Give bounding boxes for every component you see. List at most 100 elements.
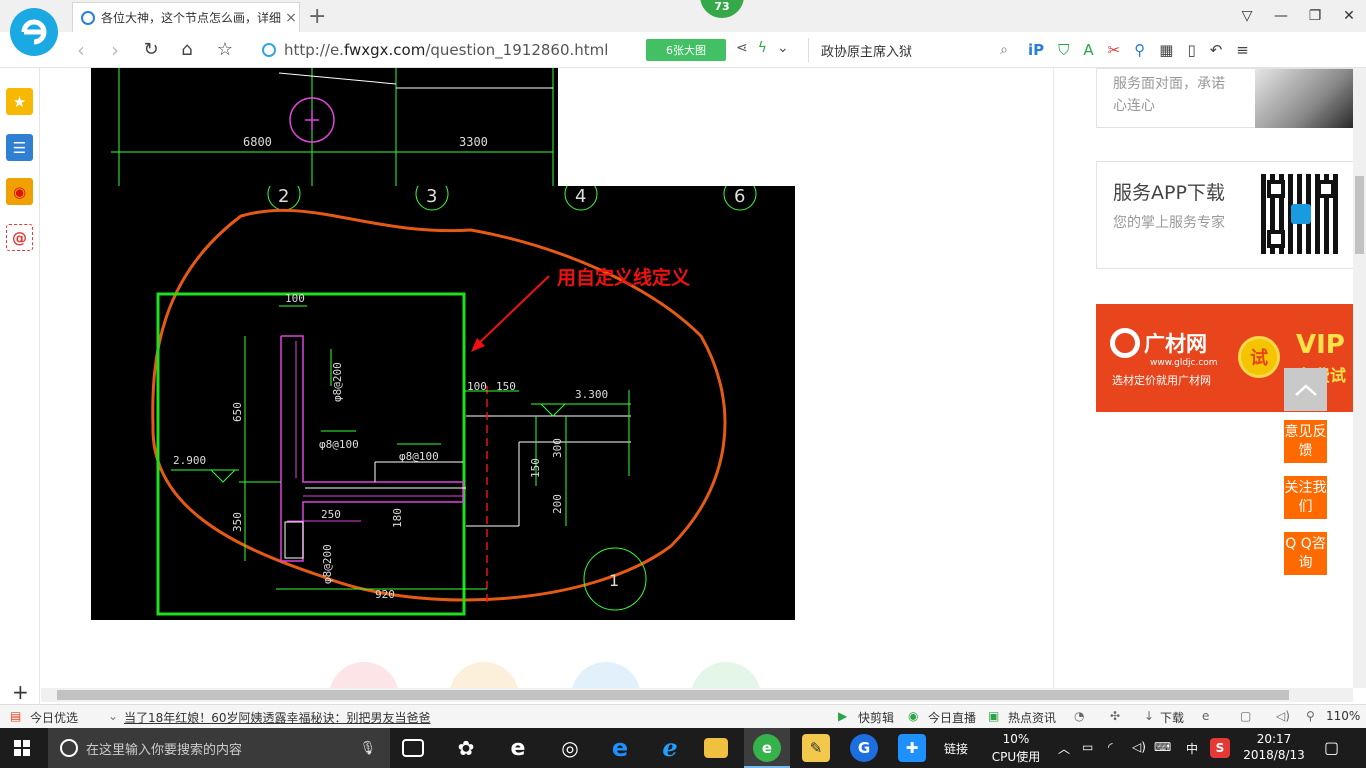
elev-2900: 2.900 xyxy=(173,454,206,467)
service-card[interactable]: 服务面对面，承诺心连心 xyxy=(1096,68,1353,128)
cad-image-main: 2 3 4 6 用自定义线定义 1 100 650 350 2.900 φ8@2… xyxy=(91,177,795,658)
clock-time[interactable]: 20:17 xyxy=(1246,732,1302,746)
annotation-text: 用自定义线定义 xyxy=(557,266,690,289)
lightning-icon[interactable]: ϟ xyxy=(758,40,767,56)
follow-us-button[interactable]: 关注我们 xyxy=(1284,476,1327,519)
qq-consult-button[interactable]: Q Q咨询 xyxy=(1284,532,1327,575)
plus-app-icon[interactable]: ✚ xyxy=(898,734,926,762)
chevron-down-icon[interactable]: ⌄ xyxy=(108,709,118,723)
browser-360-icon[interactable]: ◎ xyxy=(556,734,584,762)
keyboard-icon[interactable]: ⌨ xyxy=(1154,740,1171,754)
chevron-down-icon[interactable]: ⌄ xyxy=(777,40,789,56)
edge-legacy-icon[interactable]: e xyxy=(504,734,532,762)
link-label[interactable]: 链接 xyxy=(944,740,968,757)
home-icon[interactable]: ⌂ xyxy=(174,38,200,62)
menu-icon[interactable]: ≡ xyxy=(1236,41,1249,59)
taskbar-search-input[interactable]: 在这里输入你要搜索的内容 🎙 xyxy=(48,728,390,768)
glodon-icon[interactable]: G xyxy=(850,734,878,762)
weibo-icon[interactable]: ◉ xyxy=(6,178,33,205)
tab-close-button[interactable]: × xyxy=(283,10,299,26)
dim-150-v: 150 xyxy=(529,458,542,478)
vertical-scroll-thumb[interactable] xyxy=(1355,176,1364,254)
microphone-icon[interactable]: 🎙 xyxy=(359,741,376,756)
share-tools: ⋖ ϟ ⌄ xyxy=(736,40,789,56)
vertical-scrollbar[interactable] xyxy=(1353,68,1366,688)
play-icon: ▶ xyxy=(838,709,848,723)
hot-news-link[interactable]: 热点资讯 xyxy=(1008,709,1056,726)
battery-icon[interactable]: ▭ xyxy=(1082,740,1093,754)
gift-icon: ▤ xyxy=(10,709,22,723)
task-view-icon[interactable] xyxy=(402,739,424,757)
favorite-star-icon[interactable]: ☆ xyxy=(212,38,238,62)
dim-180: 180 xyxy=(391,508,404,528)
horizontal-scroll-thumb[interactable] xyxy=(57,690,1289,700)
sogou-icon[interactable]: S xyxy=(1210,738,1230,758)
big-image-button[interactable]: 6张大图 xyxy=(646,39,726,61)
clock-date[interactable]: 2018/8/13 xyxy=(1240,748,1308,762)
close-button[interactable]: ✕ xyxy=(1332,0,1366,32)
skin-icon[interactable]: ▽ xyxy=(1230,0,1264,32)
apps-icon[interactable]: ▦ xyxy=(1159,41,1173,59)
search-icon[interactable]: ⌕ xyxy=(1000,42,1008,58)
like-button[interactable] xyxy=(329,662,399,688)
reading-list-icon[interactable]: ☰ xyxy=(6,134,33,161)
new-tab-button[interactable]: + xyxy=(308,4,326,29)
back-icon[interactable]: ‹ xyxy=(68,38,94,62)
minimize-button[interactable]: — xyxy=(1264,0,1298,32)
phone-icon[interactable]: ▯ xyxy=(1187,41,1195,59)
share-icon[interactable]: ⋖ xyxy=(736,40,748,56)
volume-icon[interactable]: ◁) xyxy=(1132,740,1146,754)
kuaijian-link[interactable]: 快剪辑 xyxy=(858,709,894,726)
search-input[interactable]: 政协原主席入狱 ⌕ xyxy=(808,38,1008,62)
sidebar-add-icon[interactable]: + xyxy=(12,680,29,704)
refresh-icon[interactable]: ↻ xyxy=(138,38,164,62)
ime-indicator[interactable]: 中 xyxy=(1186,740,1198,757)
speaker-icon[interactable]: ◁) xyxy=(1276,709,1290,723)
forward-icon[interactable]: › xyxy=(102,38,128,62)
browser-2345-icon[interactable]: e xyxy=(753,734,781,762)
mail-icon[interactable]: @ xyxy=(6,224,33,251)
cortana-icon xyxy=(60,739,78,757)
favorites-star-icon[interactable]: ★ xyxy=(6,88,33,115)
translate-icon[interactable]: A xyxy=(1083,41,1093,59)
ie-icon[interactable]: ℯ xyxy=(656,734,684,762)
wifi-icon[interactable]: ◜ xyxy=(1108,740,1113,754)
browser-logo-icon[interactable] xyxy=(10,8,58,56)
edge-icon[interactable]: e xyxy=(606,734,634,762)
dim-6800: 6800 xyxy=(243,135,272,149)
today-picks[interactable]: 今日优选 xyxy=(30,709,78,726)
maximize-button[interactable]: ❐ xyxy=(1298,0,1332,32)
dim-350: 350 xyxy=(231,512,244,532)
collect-button[interactable] xyxy=(449,662,519,688)
window-icon[interactable]: ▢ xyxy=(1240,709,1251,723)
app-download-subtitle: 您的掌上服务专家 xyxy=(1113,215,1225,231)
download-link[interactable]: 下载 xyxy=(1160,709,1184,726)
browser-tab[interactable]: 各位大神，这个节点怎么画，详细 × xyxy=(72,2,300,32)
undo-icon[interactable]: ↶ xyxy=(1210,41,1223,59)
live-link[interactable]: 今日直播 xyxy=(928,709,976,726)
pin-icon[interactable]: ✣ xyxy=(1110,709,1120,723)
url-field[interactable]: http://e. fwxgx.com/question_1912860.html xyxy=(262,38,642,62)
magnifier-icon[interactable]: ⚲ xyxy=(1134,41,1145,59)
app-download-card[interactable]: 服务APP下载 您的掌上服务专家 xyxy=(1096,161,1353,269)
zoom-level[interactable]: 110% xyxy=(1326,709,1360,723)
status-bar: ▤ 今日优选 ⌄ 当了18年红娘！60岁阿姨透露幸福秘诀：别把男友当爸爸 ▶ 快… xyxy=(0,704,1366,728)
pinwheel-icon[interactable]: ✿ xyxy=(452,734,480,762)
horizontal-scrollbar[interactable] xyxy=(41,688,1353,702)
shield-icon[interactable]: ⛉ xyxy=(1058,41,1069,59)
rebar-a8-100-b: φ8@100 xyxy=(399,450,439,463)
news-ticker[interactable]: 当了18年红娘！60岁阿姨透露幸福秘诀：别把男友当爸爸 xyxy=(124,709,431,726)
comment-button[interactable] xyxy=(691,662,761,688)
notepad-icon[interactable]: ✎ xyxy=(802,734,830,762)
scissors-icon[interactable]: ✂ xyxy=(1108,41,1121,59)
tray-chevron-icon[interactable]: ︿ xyxy=(1058,740,1070,757)
ie-mode-icon[interactable]: e xyxy=(1202,709,1209,723)
feedback-button[interactable]: 意见反馈 xyxy=(1284,420,1327,463)
ip-icon[interactable]: iP xyxy=(1028,41,1044,59)
speed-icon[interactable]: ◔ xyxy=(1074,709,1084,723)
file-explorer-icon[interactable] xyxy=(704,738,728,758)
share-button[interactable] xyxy=(571,662,641,688)
back-to-top-button[interactable] xyxy=(1284,368,1327,411)
windows-start-icon[interactable] xyxy=(14,740,30,756)
notification-icon[interactable]: ▢ xyxy=(1324,738,1339,757)
